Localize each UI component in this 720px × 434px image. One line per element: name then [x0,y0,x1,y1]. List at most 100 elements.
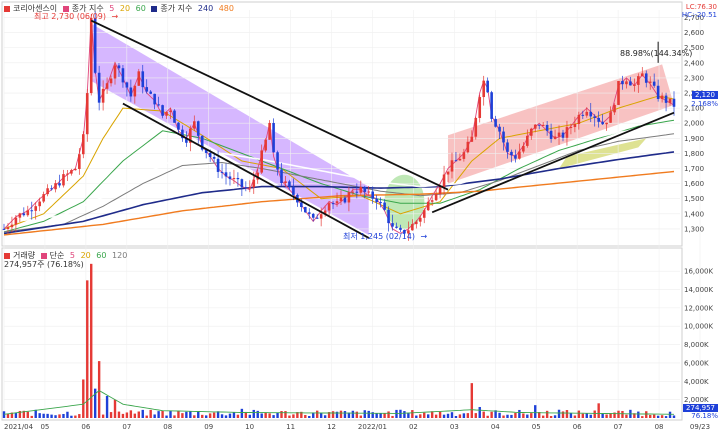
volume-ma-swatch [40,252,47,259]
volume-bar [415,415,418,418]
candle-body [2,228,6,230]
volume-bar [641,416,644,418]
candle-body [276,152,279,170]
time-tick-label: 12 [327,423,336,431]
volume-bar [363,410,366,418]
volume-bar [248,414,251,418]
volume-bar [97,361,101,418]
time-tick-label: 05 [532,423,541,431]
candle-body [145,87,149,92]
candle-body [288,181,291,187]
volume-bar [228,413,232,418]
time-tick-label: 04 [491,423,500,431]
volume-bar [423,412,426,418]
volume-bar [137,411,140,418]
candle-body [672,98,676,107]
volume-bar [617,410,620,418]
volume-bar [153,414,156,418]
volume-bar [315,410,319,418]
volume-bar [169,411,172,418]
candle-body [18,213,22,218]
candle-body [637,76,640,85]
price-tick-label: 2,400 [684,59,704,67]
candle-body [157,104,160,106]
volume-bar [212,412,216,418]
volume-bar [208,413,212,418]
candle-body [399,227,402,230]
price-tick-label: 1,800 [684,150,704,158]
volume-bar [177,410,180,418]
ma-period-240: 240 [197,4,214,13]
volume-bar [391,415,394,418]
volume-bar [601,413,604,418]
candle-body [422,210,426,218]
candle-body [387,209,390,224]
volume-bar [530,413,533,418]
volume-tick-label: 10,000K [684,323,713,331]
candle-body [284,181,287,184]
candle-body [50,188,53,190]
candle-body [89,17,93,94]
stock-chart[interactable]: 2,7002,6002,5002,4002,3002,2002,1002,000… [0,0,720,432]
price-tick-label: 2,300 [684,74,704,82]
lc-label: LC:76.30 [685,3,717,11]
candle-body [541,124,545,126]
volume-bar [387,411,390,418]
volume-bar [276,412,279,418]
candle-body [533,124,537,129]
candle-body [474,117,478,137]
time-tick-label: 06 [573,423,582,431]
time-tick-label: 06 [81,423,90,431]
volume-bar [252,409,255,418]
volume-bar [585,413,588,418]
candle-body [466,141,470,153]
candle-body [117,65,121,69]
volume-bar [458,414,462,418]
volume-bar [411,410,414,418]
volume-bar [197,411,200,418]
candle-body [367,191,371,193]
time-tick-label: 2022/01 [358,423,387,431]
candle-body [644,73,648,83]
volume-bar [185,411,188,418]
volume-bar [621,410,624,418]
candle-body [66,173,69,175]
volume-bar [304,414,307,418]
candle-body [252,179,256,188]
candle-body [311,213,315,218]
candle-body [430,200,434,202]
volume-bar [34,409,37,418]
volume-bar [125,412,129,418]
candle-body [553,136,557,139]
hc-label: HC:-20.51 [681,11,717,19]
candle-body [141,71,145,88]
current-price-change: 2,168% [691,100,718,108]
volume-bar [577,410,581,418]
high-annotation-text: 최고 2,730 (06/09) [34,12,107,21]
time-tick-label: 05 [40,423,49,431]
volume-bar [149,409,152,418]
candle-body [411,224,414,231]
candle-body [514,155,517,159]
time-tick-label: 11 [286,423,295,431]
volume-bar [272,415,275,418]
candle-body [335,201,339,204]
volume-bar [133,413,137,418]
volume-bar [514,412,517,418]
volume-tick-label: 16,000K [684,268,713,276]
volume-bar [526,414,529,418]
volume-bar [260,413,263,418]
volume-bar [593,410,596,418]
candle-body [462,152,466,159]
volume-bar [645,411,648,418]
candle-body [161,105,164,116]
candle-body [648,81,652,83]
candle-body [434,194,438,201]
candle-body [121,68,125,83]
volume-bar [506,414,509,418]
candle-body [70,170,73,174]
volume-bar [66,411,69,418]
chart-canvas[interactable]: 2,7002,6002,5002,4002,3002,2002,1002,000… [0,0,720,432]
volume-bar [323,415,327,418]
candle-body [216,158,220,172]
